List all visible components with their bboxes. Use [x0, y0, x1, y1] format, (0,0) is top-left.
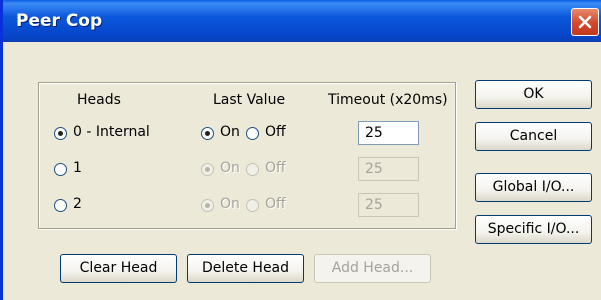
head-1-off-label: Off	[265, 160, 286, 176]
head-0-timeout-input[interactable]: 25	[358, 121, 419, 145]
head-0-on-label: On	[220, 124, 240, 140]
head-2-timeout-input[interactable]: 25	[358, 193, 419, 217]
timeout-header: Timeout (x20ms)	[328, 92, 448, 108]
peer-cop-dialog: Peer Cop Heads Last Value Timeout (x20ms…	[0, 0, 601, 300]
head-0-on-radio[interactable]	[201, 127, 214, 140]
head-1-label: 1	[73, 160, 82, 176]
heads-header: Heads	[77, 92, 121, 108]
head-1-on-radio[interactable]	[201, 163, 214, 176]
head-2-on-label: On	[220, 196, 240, 212]
head-1-radio[interactable]	[54, 163, 67, 176]
head-0-off-label: Off	[265, 124, 286, 140]
ok-button[interactable]: OK	[475, 80, 592, 109]
last-value-header: Last Value	[213, 92, 286, 108]
clear-head-button[interactable]: Clear Head	[60, 254, 177, 283]
add-head-button[interactable]: Add Head...	[314, 254, 431, 283]
head-0-off-radio[interactable]	[246, 127, 259, 140]
head-2-off-label: Off	[265, 196, 286, 212]
close-icon	[578, 15, 592, 29]
title-bar[interactable]: Peer Cop	[3, 0, 601, 42]
head-0-radio[interactable]	[54, 127, 67, 140]
close-button[interactable]	[571, 8, 599, 36]
head-2-on-radio[interactable]	[201, 199, 214, 212]
head-0-label: 0 - Internal	[73, 124, 150, 140]
specific-io-button[interactable]: Specific I/O...	[475, 215, 592, 244]
cancel-button[interactable]: Cancel	[475, 122, 592, 151]
head-2-radio[interactable]	[54, 199, 67, 212]
global-io-button[interactable]: Global I/O...	[475, 173, 592, 202]
head-2-label: 2	[73, 196, 82, 212]
head-2-off-radio[interactable]	[246, 199, 259, 212]
head-1-timeout-input[interactable]: 25	[358, 157, 419, 181]
delete-head-button[interactable]: Delete Head	[187, 254, 304, 283]
head-1-off-radio[interactable]	[246, 163, 259, 176]
window-title: Peer Cop	[16, 11, 103, 31]
head-1-on-label: On	[220, 160, 240, 176]
